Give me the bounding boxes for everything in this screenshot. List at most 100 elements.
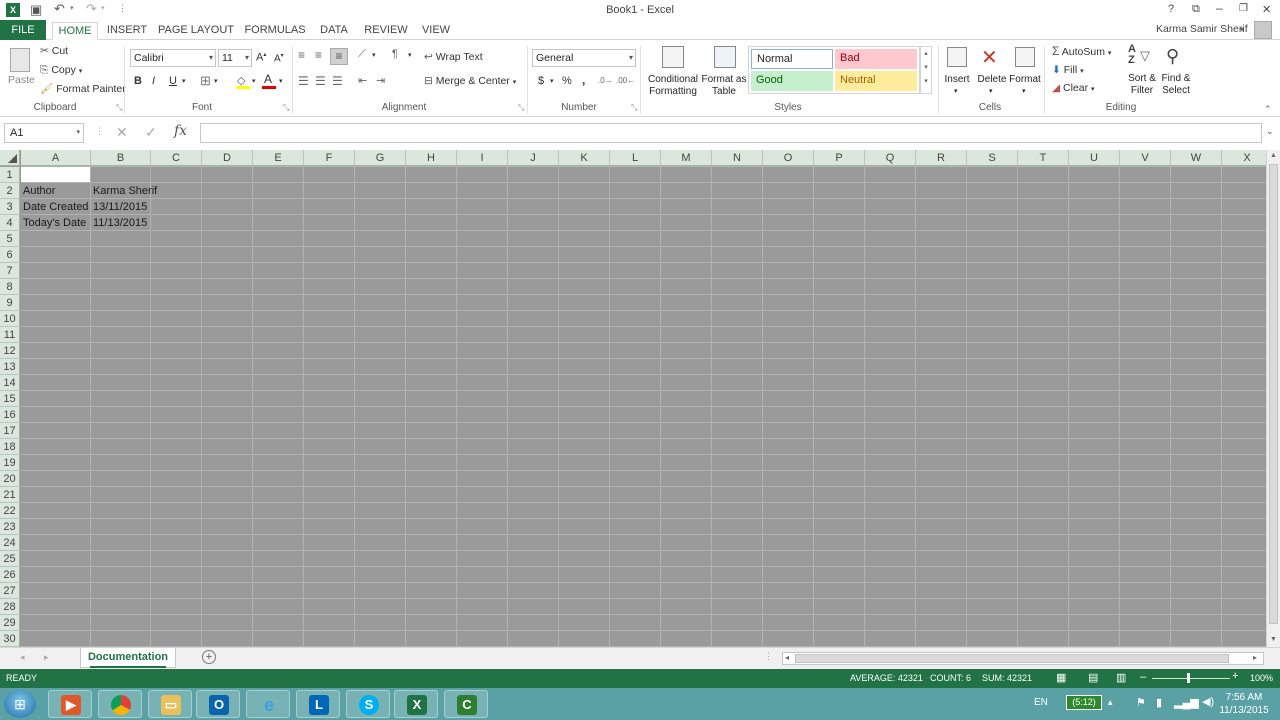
formula-input[interactable]	[200, 123, 1262, 143]
row-header-11[interactable]: 11	[0, 327, 20, 343]
column-header-v[interactable]: V	[1120, 150, 1171, 166]
font-size-dropdown-icon[interactable]: ▾	[245, 50, 249, 66]
power-icon[interactable]: ▮	[1156, 696, 1162, 709]
next-sheet-icon[interactable]: ▸	[44, 652, 49, 663]
column-header-u[interactable]: U	[1069, 150, 1120, 166]
row-header-7[interactable]: 7	[0, 263, 20, 279]
tab-page-layout[interactable]: PAGE LAYOUT	[158, 22, 234, 40]
select-all-button[interactable]	[0, 150, 20, 166]
cell-b4[interactable]: 11/13/2015	[93, 215, 147, 231]
row-header-25[interactable]: 25	[0, 551, 20, 567]
cell-a3[interactable]: Date Created	[23, 199, 88, 215]
taskbar-outlook[interactable]: O	[196, 690, 240, 718]
cell-b2[interactable]: Karma Sherif	[93, 183, 157, 199]
taskbar-lync[interactable]: L	[296, 690, 340, 718]
zoom-in-icon[interactable]: +	[1232, 670, 1238, 682]
increase-indent-icon[interactable]: ⇥	[376, 74, 385, 87]
zoom-out-icon[interactable]: –	[1140, 671, 1146, 683]
row-header-16[interactable]: 16	[0, 407, 20, 423]
page-break-view-icon[interactable]: ▥	[1116, 671, 1126, 684]
font-size-combo[interactable]: 11 ▾	[218, 49, 252, 67]
row-header-18[interactable]: 18	[0, 439, 20, 455]
tab-view[interactable]: VIEW	[418, 22, 454, 40]
autosum-button[interactable]: Σ AutoSum ▾	[1052, 44, 1111, 58]
cell-a2[interactable]: Author	[23, 183, 55, 199]
user-name[interactable]: Karma Samir Sherif	[1156, 23, 1248, 35]
close-button[interactable]: ✕	[1262, 3, 1271, 16]
clear-button[interactable]: ◢ Clear ▾	[1052, 82, 1095, 94]
wrap-text-button[interactable]: ↩ Wrap Text	[424, 51, 483, 63]
autosum-dropdown-icon[interactable]: ▾	[1108, 50, 1112, 57]
styles-gallery-scroll[interactable]: ▴ ▾ ▾	[920, 46, 932, 94]
column-header-w[interactable]: W	[1171, 150, 1222, 166]
avatar[interactable]	[1254, 21, 1272, 39]
column-header-m[interactable]: M	[661, 150, 712, 166]
language-indicator[interactable]: EN	[1034, 697, 1048, 708]
bold-button[interactable]: B	[134, 75, 142, 87]
column-header-t[interactable]: T	[1018, 150, 1069, 166]
column-header-p[interactable]: P	[814, 150, 865, 166]
font-name-combo[interactable]: Calibri ▾	[130, 49, 216, 67]
undo-icon[interactable]: ↶	[54, 1, 65, 17]
enter-entry-icon[interactable]: ✓	[145, 124, 157, 141]
borders-dropdown-icon[interactable]: ▾	[214, 77, 218, 85]
increase-decimal-icon[interactable]: .0→	[598, 76, 613, 85]
row-header-4[interactable]: 4	[0, 215, 20, 231]
redo-icon[interactable]: ↷	[86, 1, 97, 17]
rtl-dropdown-icon[interactable]: ▾	[408, 51, 412, 59]
column-header-h[interactable]: H	[406, 150, 457, 166]
currency-dropdown-icon[interactable]: ▾	[550, 77, 554, 85]
conditional-formatting-button[interactable]: Conditional Formatting	[646, 44, 698, 102]
row-header-6[interactable]: 6	[0, 247, 20, 263]
ribbon-display-icon[interactable]: ⧉	[1192, 3, 1200, 16]
align-right-icon[interactable]: ☰	[332, 74, 343, 88]
column-header-o[interactable]: O	[763, 150, 814, 166]
sheet-tab-documentation[interactable]: Documentation	[80, 648, 176, 668]
align-bottom-icon[interactable]: ≡	[330, 48, 348, 65]
row-header-26[interactable]: 26	[0, 567, 20, 583]
taskbar-camtasia[interactable]: C	[444, 690, 488, 718]
column-header-j[interactable]: J	[508, 150, 559, 166]
sort-filter-button[interactable]: AZ ▽ Sort & Filter	[1122, 44, 1158, 100]
customize-qat-icon[interactable]: ⋮	[118, 3, 127, 14]
zoom-slider-track[interactable]	[1152, 678, 1230, 679]
tab-file[interactable]: FILE	[0, 20, 46, 40]
cell-b3[interactable]: 13/11/2015	[93, 199, 147, 215]
minimize-button[interactable]: –	[1216, 1, 1223, 15]
fill-dropdown-icon[interactable]: ▾	[1080, 68, 1084, 75]
taskbar-internet-explorer[interactable]: e	[246, 690, 290, 718]
row-header-27[interactable]: 27	[0, 583, 20, 599]
column-header-r[interactable]: R	[916, 150, 967, 166]
taskbar-media-player[interactable]: ▶	[48, 690, 92, 718]
row-header-30[interactable]: 30	[0, 631, 20, 647]
network-icon[interactable]: ▂▄▆	[1174, 696, 1199, 709]
tray-expand-icon[interactable]: ▴	[1108, 697, 1113, 708]
underline-dropdown-icon[interactable]: ▾	[182, 77, 186, 85]
row-header-2[interactable]: 2	[0, 183, 20, 199]
orientation-icon[interactable]: ⟋	[358, 48, 366, 61]
column-header-q[interactable]: Q	[865, 150, 916, 166]
align-middle-icon[interactable]: ≡	[315, 48, 322, 62]
copy-button[interactable]: ⎘ Copy ▾	[40, 64, 82, 77]
tab-review[interactable]: REVIEW	[362, 22, 410, 40]
decrease-decimal-icon[interactable]: .00←	[616, 76, 635, 85]
orientation-dropdown-icon[interactable]: ▾	[372, 51, 376, 59]
fill-color-button[interactable]: ◇	[236, 74, 250, 89]
start-button[interactable]: ⊞	[4, 690, 36, 718]
row-header-12[interactable]: 12	[0, 343, 20, 359]
copy-dropdown-icon[interactable]: ▾	[79, 68, 83, 75]
row-header-20[interactable]: 20	[0, 471, 20, 487]
delete-dropdown-icon[interactable]: ▾	[989, 87, 993, 95]
spreadsheet-grid[interactable]: ABCDEFGHIJKLMNOPQRSTUVWX 1 2 3 4 5 6 7 8 9 10 11 12…	[0, 150, 1266, 647]
style-neutral[interactable]: Neutral	[835, 71, 917, 91]
percent-button[interactable]: %	[562, 75, 572, 87]
column-header-s[interactable]: S	[967, 150, 1018, 166]
increase-font-button[interactable]: A▴	[256, 51, 266, 64]
clear-dropdown-icon[interactable]: ▾	[1091, 86, 1095, 93]
row-header-28[interactable]: 28	[0, 599, 20, 615]
row-header-8[interactable]: 8	[0, 279, 20, 295]
row-header-14[interactable]: 14	[0, 375, 20, 391]
new-sheet-button[interactable]: +	[202, 650, 216, 664]
merge-dropdown-icon[interactable]: ▾	[513, 79, 517, 86]
currency-button[interactable]: $	[538, 75, 544, 87]
